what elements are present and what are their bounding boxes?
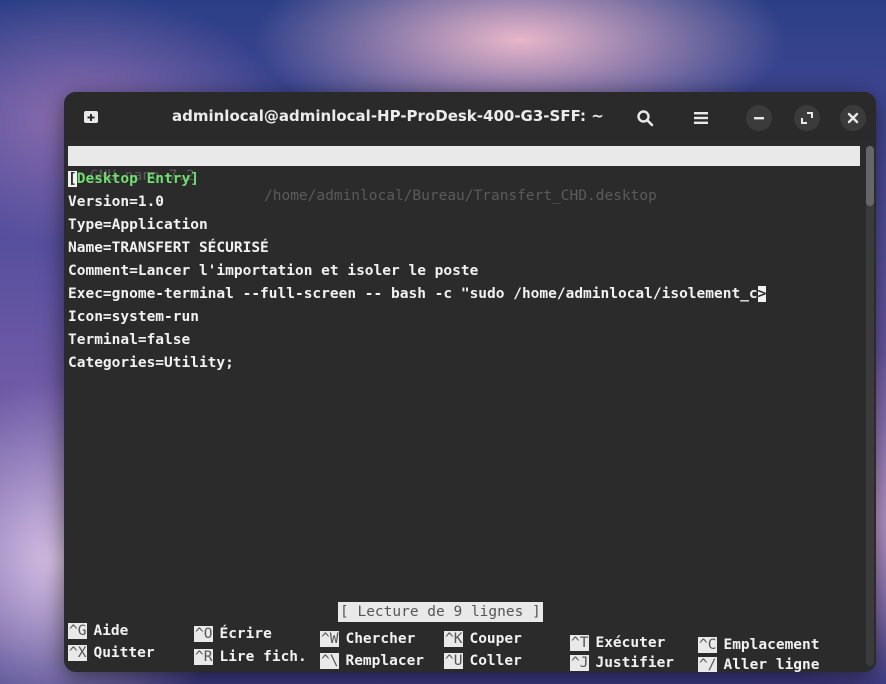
terminal-area[interactable]: GNU nano 7.2 /home/adminlocal/Bureau/Tra… [64, 142, 876, 672]
terminal-window: adminlocal@adminlocal-HP-ProDesk-400-G3-… [64, 92, 876, 672]
status-message: [ Lecture de 9 lignes ] [338, 602, 543, 622]
editor-line[interactable]: Icon=system-run [68, 306, 766, 329]
nano-header-bar: GNU nano 7.2 /home/adminlocal/Bureau/Tra… [68, 146, 860, 204]
shortcut-location[interactable]: ^C Emplacement [698, 634, 820, 656]
editor-line[interactable]: Categories=Utility; [68, 352, 766, 375]
editor-line-text: Desktop Entry] [76, 171, 199, 187]
scrollbar-thumb[interactable] [866, 146, 874, 206]
shortcut-cut[interactable]: ^K Couper [444, 628, 522, 650]
window-title: adminlocal@adminlocal-HP-ProDesk-400-G3-… [172, 107, 604, 125]
editor-line-text: Exec=gnome-terminal --full-screen -- bas… [68, 286, 758, 302]
title-bar: adminlocal@adminlocal-HP-ProDesk-400-G3-… [64, 92, 876, 142]
editor-line[interactable]: [Desktop Entry] [68, 168, 766, 191]
close-icon[interactable] [840, 105, 866, 131]
search-icon[interactable] [632, 105, 658, 131]
editor-line[interactable]: Name=TRANSFERT SÉCURISÉ [68, 237, 766, 260]
shortcut-replace[interactable]: ^\ Remplacer [320, 650, 424, 672]
shortcut-go-to-line[interactable]: ^/Aller ligne [698, 654, 820, 672]
line-overflow-marker: > [757, 286, 767, 302]
hamburger-menu-icon[interactable] [688, 105, 714, 131]
shortcut-search[interactable]: ^W Chercher [320, 628, 415, 650]
text-cursor: [ [68, 171, 77, 187]
editor-line[interactable]: Exec=gnome-terminal --full-screen -- bas… [68, 283, 767, 306]
shortcut-bar: ^G Aide ^O Écrire ^W Chercher ^K Couper ^T Ex… [68, 620, 868, 672]
editor-buffer[interactable]: [Desktop Entry] Version=1.0 Type=Applica… [68, 168, 767, 375]
shortcut-justify[interactable]: ^J Justifier [570, 652, 674, 672]
editor-line[interactable]: Type=Application [68, 214, 766, 237]
shortcut-help[interactable]: ^G Aide [68, 620, 128, 642]
editor-line[interactable]: Comment=Lancer l'importation et isoler l… [68, 260, 766, 283]
shortcut-paste[interactable]: ^U Coller [444, 650, 522, 672]
editor-line[interactable]: Terminal=false [68, 329, 766, 352]
shortcut-exit[interactable]: ^X Quitter [68, 642, 155, 664]
shortcut-execute[interactable]: ^T Exécuter [570, 632, 665, 654]
scrollbar[interactable] [866, 146, 874, 666]
shortcut-write[interactable]: ^O Écrire [194, 623, 272, 645]
maximize-icon[interactable] [794, 105, 820, 131]
shortcut-read-file[interactable]: ^R Lire fich. [194, 646, 307, 668]
minimize-icon[interactable] [746, 105, 772, 131]
editor-line[interactable]: Version=1.0 [68, 191, 766, 214]
new-tab-icon[interactable] [80, 106, 102, 128]
